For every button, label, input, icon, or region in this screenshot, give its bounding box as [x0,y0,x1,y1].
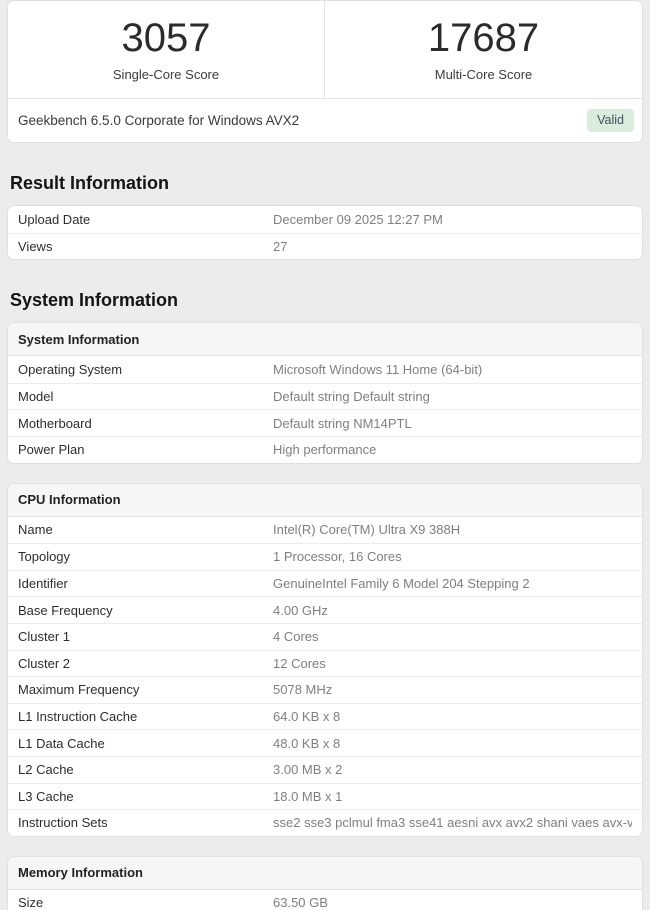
table-row: Upload Date December 09 2025 12:27 PM [8,206,642,233]
table-row: Identifier GenuineIntel Family 6 Model 20… [8,569,642,597]
row-value: Microsoft Windows 11 Home (64-bit) [273,361,483,377]
multi-core-score-label: Multi-Core Score [434,67,533,82]
row-value: 5078 MHz [273,682,333,698]
cpu-information-table: Name Intel(R) Core(TM) Ultra X9 388H Topol… [8,516,642,836]
row-label: Instruction Sets [18,815,108,831]
score-row: 3057 Single-Core Score 17687 Multi-Core … [8,1,642,99]
table-row: Size 63.50 GB [8,889,642,910]
row-label: Cluster 2 [18,655,71,671]
row-label: Motherboard [18,415,92,431]
row-value: 18.0 MB x 1 [273,788,343,804]
row-label: Model [18,389,54,405]
row-value: 48.0 KB x 8 [273,735,341,751]
row-label: Topology [18,549,71,565]
table-row: Operating System Microsoft Windows 11 Hom… [8,356,642,383]
row-label: Power Plan [18,442,85,458]
result-information-table: Upload Date December 09 2025 12:27 PM View… [8,206,642,260]
result-information-heading: Result Information [10,173,170,193]
table-row: Topology 1 Processor, 16 Cores [8,543,642,570]
row-value: 63.50 GB [273,895,328,910]
row-value: 27 [273,238,288,254]
multi-core-score-value: 17687 [427,16,540,60]
table-row: Name Intel(R) Core(TM) Ultra X9 388H [8,516,642,544]
row-value: 3.00 MB x 2 [273,762,343,778]
table-row: Power Plan High performance [8,435,642,463]
table-row: Cluster 2 12 Cores [8,649,642,677]
row-label: Base Frequency [18,602,113,618]
row-value: Default string Default string [273,389,430,405]
table-row: Instruction Sets sse2 sse3 pclmul fma3 ss… [8,809,642,836]
system-information-heading: System Information [10,290,179,311]
table-row: L1 Instruction Cache 64.0 KB x 8 [8,702,642,730]
row-value: Default string NM14PTL [273,415,412,431]
table-row: Motherboard Default string NM14PTL [8,409,642,436]
row-label: L1 Instruction Cache [18,709,138,725]
benchmark-version-text: Geekbench 6.5.0 Corporate for Windows AV… [18,113,300,128]
result-information-card: Upload Date December 09 2025 12:27 PM View… [7,205,643,261]
table-row: Views 27 [8,232,642,260]
memory-information-card: Memory Information Size 63.50 GB [7,855,643,910]
row-label: Upload Date [18,211,91,227]
memory-information-table: Size 63.50 GB [8,889,642,910]
memory-information-card-title: Memory Information [8,856,642,890]
benchmark-version-row: Geekbench 6.5.0 Corporate for Windows AV… [8,99,642,142]
row-label: Name [18,522,53,538]
cpu-information-card-title: CPU Information [8,483,642,517]
table-row: L1 Data Cache 48.0 KB x 8 [8,729,642,756]
row-label: L2 Cache [18,762,74,778]
cpu-information-card: CPU Information Name Intel(R) Core(TM) Ul… [7,482,643,837]
table-row: Maximum Frequency 5078 MHz [8,676,642,703]
table-row: L2 Cache 3.00 MB x 2 [8,755,642,783]
row-value: December 09 2025 12:27 PM [273,211,443,227]
valid-status-badge: Valid [587,109,634,132]
table-row: Cluster 1 4 Cores [8,622,642,650]
system-information-table: Operating System Microsoft Windows 11 Hom… [8,356,642,463]
row-value: GenuineIntel Family 6 Model 204 Stepping… [273,576,530,592]
row-label: Maximum Frequency [18,682,140,698]
table-row: Model Default string Default string [8,382,642,410]
row-value: 12 Cores [273,655,326,671]
row-label: Views [18,238,53,254]
row-value: 4.00 GHz [273,602,328,618]
row-label: Operating System [18,361,123,377]
multi-core-score-cell: 17687 Multi-Core Score [325,1,642,98]
system-information-card-title: System Information [8,323,642,357]
row-label: L1 Data Cache [18,735,105,751]
single-core-score-label: Single-Core Score [112,67,220,82]
row-value: 1 Processor, 16 Cores [273,549,402,565]
score-card: 3057 Single-Core Score 17687 Multi-Core … [7,0,643,143]
row-label: Size [18,895,44,910]
single-core-score-value: 3057 [121,16,211,60]
table-row: L3 Cache 18.0 MB x 1 [8,782,642,810]
row-value: sse2 sse3 pclmul fma3 sse41 aesni avx av… [273,815,632,831]
row-value: 4 Cores [273,629,319,645]
row-label: Cluster 1 [18,629,71,645]
single-core-score-cell: 3057 Single-Core Score [8,1,325,98]
table-row: Base Frequency 4.00 GHz [8,596,642,623]
system-information-card: System Information Operating System Micro… [7,322,643,464]
row-value: High performance [273,442,377,458]
row-label: L3 Cache [18,788,74,804]
row-label: Identifier [18,576,68,592]
row-value: Intel(R) Core(TM) Ultra X9 388H [273,522,461,538]
row-value: 64.0 KB x 8 [273,709,341,725]
